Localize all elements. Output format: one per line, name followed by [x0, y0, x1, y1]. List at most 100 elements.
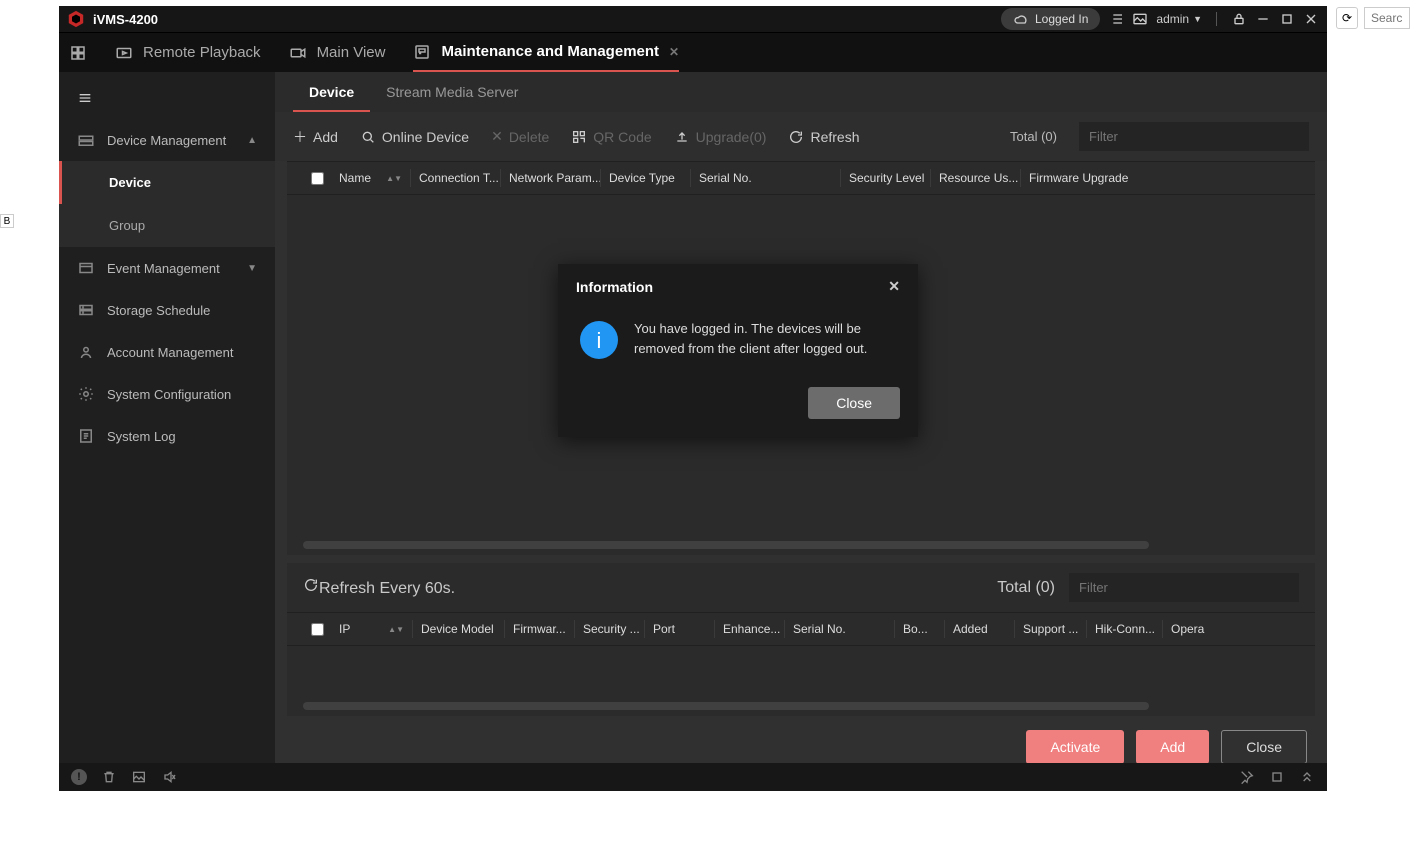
th-support[interactable]: Support ...: [1015, 620, 1087, 638]
qrcode-icon: [571, 129, 587, 145]
th-operation[interactable]: Opera: [1163, 620, 1299, 638]
minimize-icon[interactable]: [1255, 11, 1271, 27]
activate-button[interactable]: Activate: [1026, 730, 1124, 763]
close-window-icon[interactable]: [1303, 11, 1319, 27]
sidebar-item-account-management[interactable]: Account Management: [59, 331, 275, 373]
th-serial-no[interactable]: Serial No.: [691, 169, 841, 187]
info-dialog: Information ✕ i You have logged in. The …: [558, 264, 918, 437]
grid-icon[interactable]: [69, 44, 87, 62]
tab-close-icon[interactable]: ✕: [669, 45, 679, 59]
pin-icon[interactable]: [1239, 769, 1255, 785]
th-enhance[interactable]: Enhance...: [715, 620, 785, 638]
event-icon: [77, 259, 95, 277]
tab-label: Main View: [317, 44, 386, 61]
sidebar-item-storage-schedule[interactable]: Storage Schedule: [59, 289, 275, 331]
filter-input[interactable]: [1079, 122, 1309, 151]
th-port[interactable]: Port: [645, 620, 715, 638]
subtabs: Device Stream Media Server: [275, 72, 1327, 112]
th-firmware-upgrade[interactable]: Firmware Upgrade: [1021, 169, 1299, 187]
user-label[interactable]: admin▼: [1156, 11, 1202, 27]
th-boot[interactable]: Bo...: [895, 620, 945, 638]
subtab-device[interactable]: Device: [293, 72, 370, 112]
mute-icon[interactable]: [161, 769, 177, 785]
list-icon[interactable]: [1108, 11, 1124, 27]
trash-icon[interactable]: [101, 769, 117, 785]
sidebar-sub-device[interactable]: Device: [59, 161, 275, 204]
login-status-label: Logged In: [1035, 12, 1088, 26]
browser-refresh-icon[interactable]: ⟳: [1336, 7, 1358, 29]
th-security[interactable]: Security ...: [575, 620, 645, 638]
picture-icon[interactable]: [131, 769, 147, 785]
sidebar-submenu-device-management: Device Group: [59, 161, 275, 247]
footer-close-button[interactable]: Close: [1221, 730, 1307, 763]
alert-icon[interactable]: !: [71, 769, 87, 785]
sidebar-label: Event Management: [107, 261, 220, 276]
select-all-checkbox[interactable]: [303, 169, 331, 187]
panel2-filter-input[interactable]: [1069, 573, 1299, 602]
tab-remote-playback[interactable]: Remote Playback: [115, 33, 261, 72]
restore-icon[interactable]: [1269, 769, 1285, 785]
lock-icon[interactable]: [1231, 11, 1247, 27]
refresh-icon: [788, 129, 804, 145]
subtab-stream-media[interactable]: Stream Media Server: [370, 72, 534, 112]
th-firmware[interactable]: Firmwar...: [505, 620, 575, 638]
refresh-button[interactable]: Refresh: [788, 129, 859, 145]
sidebar-label: Storage Schedule: [107, 303, 210, 318]
storage-icon: [77, 301, 95, 319]
sidebar: Device Management ▲ Device Group Event M…: [59, 72, 275, 763]
login-status-pill[interactable]: Logged In: [1001, 8, 1100, 30]
sidebar-item-system-log[interactable]: System Log: [59, 415, 275, 457]
auto-refresh-label[interactable]: Refresh Every 60s.: [303, 577, 455, 598]
dialog-message: You have logged in. The devices will be …: [634, 319, 896, 359]
th-network-param[interactable]: Network Param...: [501, 169, 601, 187]
chevron-down-icon: ▼: [247, 263, 257, 274]
table-header-row: Name▲▼ Connection T... Network Param... …: [287, 161, 1315, 195]
plus-icon: ＋: [293, 127, 307, 147]
image-icon[interactable]: [1132, 11, 1148, 27]
th-security-level[interactable]: Security Level: [841, 169, 931, 187]
th-resource-usage[interactable]: Resource Us...: [931, 169, 1021, 187]
dialog-close-icon[interactable]: ✕: [888, 278, 900, 295]
tab-maintenance[interactable]: Maintenance and Management ✕: [413, 33, 679, 72]
th-hikconnect[interactable]: Hik-Conn...: [1087, 620, 1163, 638]
collapse-icon[interactable]: [1299, 769, 1315, 785]
browser-search-input[interactable]: [1364, 7, 1410, 29]
device-management-icon: [77, 131, 95, 149]
th-connection-type[interactable]: Connection T...: [411, 169, 501, 187]
th-serial-no-2[interactable]: Serial No.: [785, 620, 895, 638]
panel2-select-all-checkbox[interactable]: [303, 620, 331, 638]
sidebar-sub-group[interactable]: Group: [59, 204, 275, 247]
th-device-model[interactable]: Device Model: [413, 620, 505, 638]
sidebar-item-device-management[interactable]: Device Management ▲: [59, 119, 275, 161]
sidebar-label: System Configuration: [107, 387, 231, 402]
sidebar-item-system-configuration[interactable]: System Configuration: [59, 373, 275, 415]
dialog-close-button[interactable]: Close: [808, 387, 900, 419]
cloud-icon: [1013, 11, 1029, 27]
maximize-icon[interactable]: [1279, 11, 1295, 27]
footer-buttons: Activate Add Close: [275, 716, 1327, 763]
online-device-button[interactable]: Online Device: [360, 129, 469, 145]
th-added[interactable]: Added: [945, 620, 1015, 638]
titlebar: iVMS-4200 Logged In admin▼: [59, 6, 1327, 32]
sidebar-toggle[interactable]: [59, 82, 275, 119]
th-ip[interactable]: IP▲▼: [331, 620, 413, 638]
sidebar-label: Device Management: [107, 133, 226, 148]
horizontal-scrollbar[interactable]: [303, 541, 1299, 549]
camera-icon: [289, 44, 307, 62]
upload-icon: [674, 129, 690, 145]
tab-main-view[interactable]: Main View: [289, 33, 386, 72]
x-icon: ✕: [491, 128, 503, 145]
add-button[interactable]: ＋Add: [293, 127, 338, 147]
sidebar-item-event-management[interactable]: Event Management ▼: [59, 247, 275, 289]
upgrade-button: Upgrade(0): [674, 129, 767, 145]
user-icon: [77, 343, 95, 361]
total-label: Total (0): [1010, 129, 1057, 144]
footer-add-button[interactable]: Add: [1136, 730, 1209, 763]
panel2-toolbar: Refresh Every 60s. Total (0): [287, 563, 1315, 612]
maintenance-icon: [413, 43, 431, 61]
th-device-type[interactable]: Device Type: [601, 169, 691, 187]
app-window: iVMS-4200 Logged In admin▼ Remote Playba…: [59, 6, 1327, 791]
th-name[interactable]: Name▲▼: [331, 169, 411, 187]
menu-icon: [77, 90, 93, 106]
panel2-horizontal-scrollbar[interactable]: [303, 702, 1299, 710]
